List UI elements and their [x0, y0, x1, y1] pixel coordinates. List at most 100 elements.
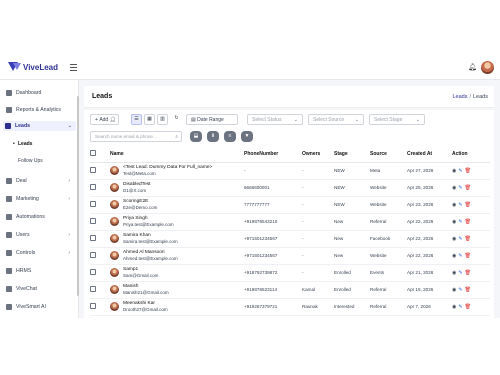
lead-email: Sam@Gmail.com	[123, 272, 159, 278]
trash-icon[interactable]: 🗑︎	[465, 287, 471, 293]
eye-icon[interactable]: ◉	[452, 219, 456, 225]
grid-view-icon[interactable]: ▦	[144, 114, 155, 125]
bell-icon[interactable]: 🔔︎	[468, 63, 477, 71]
sidebar-scrollbar[interactable]	[77, 96, 79, 296]
download-icon[interactable]: ⬇	[207, 131, 219, 142]
eye-icon[interactable]: ◉	[452, 270, 456, 276]
sidebar-subitem-followups[interactable]: Follow Ups	[18, 158, 43, 164]
edit-icon[interactable]: ✎	[458, 236, 462, 242]
eye-icon[interactable]: ◉	[452, 185, 456, 191]
eye-icon[interactable]: ◉	[452, 236, 456, 242]
menu-toggle-icon[interactable]	[70, 64, 77, 71]
lead-owner: Kamal	[302, 281, 334, 299]
sidebar-item-dashboard[interactable]: Dashboard	[6, 90, 74, 96]
row-checkbox[interactable]	[90, 235, 96, 241]
col-stage[interactable]: Stage	[334, 146, 370, 163]
eye-icon[interactable]: ◉	[452, 253, 456, 259]
breadcrumb-link[interactable]: Leads	[452, 94, 467, 100]
col-phone[interactable]: PhoneNumber	[244, 146, 302, 163]
sidebar-item-vivechat[interactable]: ViveChat	[6, 286, 74, 292]
table-row[interactable]: DisabledTest D1@X.com 6666600001- NEW Websit…	[90, 179, 490, 197]
avatar	[110, 233, 119, 243]
sidebar-item-marketing[interactable]: Marketing ›	[6, 196, 74, 202]
trash-icon[interactable]: 🗑︎	[465, 202, 471, 208]
trash-icon[interactable]: 🗑︎	[465, 253, 471, 259]
select-all-checkbox[interactable]	[90, 149, 96, 156]
sidebar-item-reports[interactable]: Reports & Analytics	[6, 107, 74, 113]
refresh-icon[interactable]: ↻	[171, 114, 182, 125]
lead-name[interactable]: <Test Lead: Dummy Data For Full_name>	[123, 165, 212, 171]
eye-icon[interactable]: ◉	[452, 202, 456, 208]
lead-owner: -	[302, 230, 334, 248]
date-range-button[interactable]: ▤ Date Range	[186, 114, 238, 125]
search-icon: ⌕	[175, 134, 178, 139]
row-checkbox[interactable]	[90, 218, 96, 224]
table-row[interactable]: Priya Singh Priya.test@Example.com +919876…	[90, 213, 490, 231]
export-icon[interactable]: ⬓	[190, 131, 202, 142]
table-row[interactable]: Manish Manish21@Gmail.com +919876523114 Kam…	[90, 281, 490, 299]
table-row[interactable]: <Test Lead: Dummy Data For Full_name> Tes…	[90, 162, 490, 180]
add-button[interactable]: + Add 👤︎	[90, 114, 119, 125]
status-select[interactable]: Select Status	[247, 114, 303, 125]
lead-phone: +971501234567	[244, 247, 302, 265]
table-row[interactable]: Meenakshi Kar Drooth27@Gmail.com +91928737…	[90, 298, 490, 316]
edit-icon[interactable]: ✎	[458, 287, 462, 293]
avatar[interactable]	[481, 61, 494, 74]
eye-icon[interactable]: ◉	[452, 287, 456, 293]
sidebar-item-automations[interactable]: Automations	[6, 214, 74, 220]
sidebar-item-deal[interactable]: Deal ›	[6, 178, 74, 184]
trash-icon[interactable]: 🗑︎	[465, 304, 471, 310]
eye-icon[interactable]: ◉	[452, 304, 456, 310]
row-checkbox[interactable]	[90, 269, 96, 275]
table-row[interactable]: Samp1 Sam@Gmail.com +918792739872- Enrolled…	[90, 264, 490, 282]
row-checkbox[interactable]	[90, 252, 96, 258]
table-row[interactable]: ScoringE2E E2e@Demo.com 7777777777- NEW Webs…	[90, 196, 490, 214]
sidebar-subitem-leads[interactable]: Leads	[13, 141, 33, 147]
row-checkbox[interactable]	[90, 286, 96, 292]
sidebar-item-leads[interactable]: Leads ⌄	[3, 121, 76, 131]
edit-icon[interactable]: ✎	[458, 270, 462, 276]
lead-owner: -	[302, 213, 334, 231]
trash-icon[interactable]: 🗑︎	[465, 185, 471, 191]
source-select[interactable]: Select Source	[308, 114, 364, 125]
edit-icon[interactable]: ✎	[458, 219, 462, 225]
list-view-icon[interactable]: ☰	[131, 114, 142, 125]
edit-icon[interactable]: ✎	[458, 253, 462, 259]
edit-icon[interactable]: ✎	[458, 202, 462, 208]
lead-stage: New	[334, 213, 370, 231]
list-icon[interactable]: ≡	[224, 131, 236, 142]
edit-icon[interactable]: ✎	[458, 168, 462, 174]
kanban-view-icon[interactable]: ▥	[157, 114, 168, 125]
eye-icon[interactable]: ◉	[452, 168, 456, 174]
lead-stage: Interested	[334, 298, 370, 316]
avatar	[110, 284, 119, 294]
sidebar-item-vivesmart[interactable]: ViveSmart AI	[6, 304, 74, 310]
sidebar-item-controls[interactable]: Controls ›	[6, 250, 74, 256]
col-name[interactable]: Name	[110, 146, 244, 163]
col-owners[interactable]: Owners	[302, 146, 334, 163]
lead-phone: +919287379721	[244, 298, 302, 316]
trash-icon[interactable]: 🗑︎	[465, 270, 471, 276]
stage-select[interactable]: Select Stage	[369, 114, 425, 125]
col-created[interactable]: Created At	[407, 146, 452, 163]
table-row[interactable]: Ahmed Al Mansoori Ahmed.test@Example.com +…	[90, 247, 490, 265]
trash-icon[interactable]: 🗑︎	[465, 219, 471, 225]
sidebar-item-hrms[interactable]: HRMS	[6, 268, 74, 274]
col-source[interactable]: Source	[370, 146, 407, 163]
row-checkbox[interactable]	[90, 184, 96, 190]
row-checkbox[interactable]	[90, 201, 96, 207]
table-row[interactable]: Samira Khan Samira.test@Example.com +97150…	[90, 230, 490, 248]
sidebar-item-users[interactable]: Users ›	[6, 232, 74, 238]
edit-icon[interactable]: ✎	[458, 304, 462, 310]
row-checkbox[interactable]	[90, 167, 96, 173]
lead-email: E2e@Demo.com	[123, 204, 158, 210]
edit-icon[interactable]: ✎	[458, 185, 462, 191]
trash-icon[interactable]: 🗑︎	[465, 236, 471, 242]
filter-icon[interactable]: ▼	[241, 131, 253, 142]
lead-name[interactable]: DisabledTest	[123, 182, 150, 188]
chevron-right-icon: ›	[68, 250, 70, 256]
row-checkbox[interactable]	[90, 303, 96, 309]
search-input[interactable]: Search name,email & phone... ⌕	[90, 131, 182, 142]
lead-source: Website	[370, 247, 407, 265]
trash-icon[interactable]: 🗑︎	[465, 168, 471, 174]
